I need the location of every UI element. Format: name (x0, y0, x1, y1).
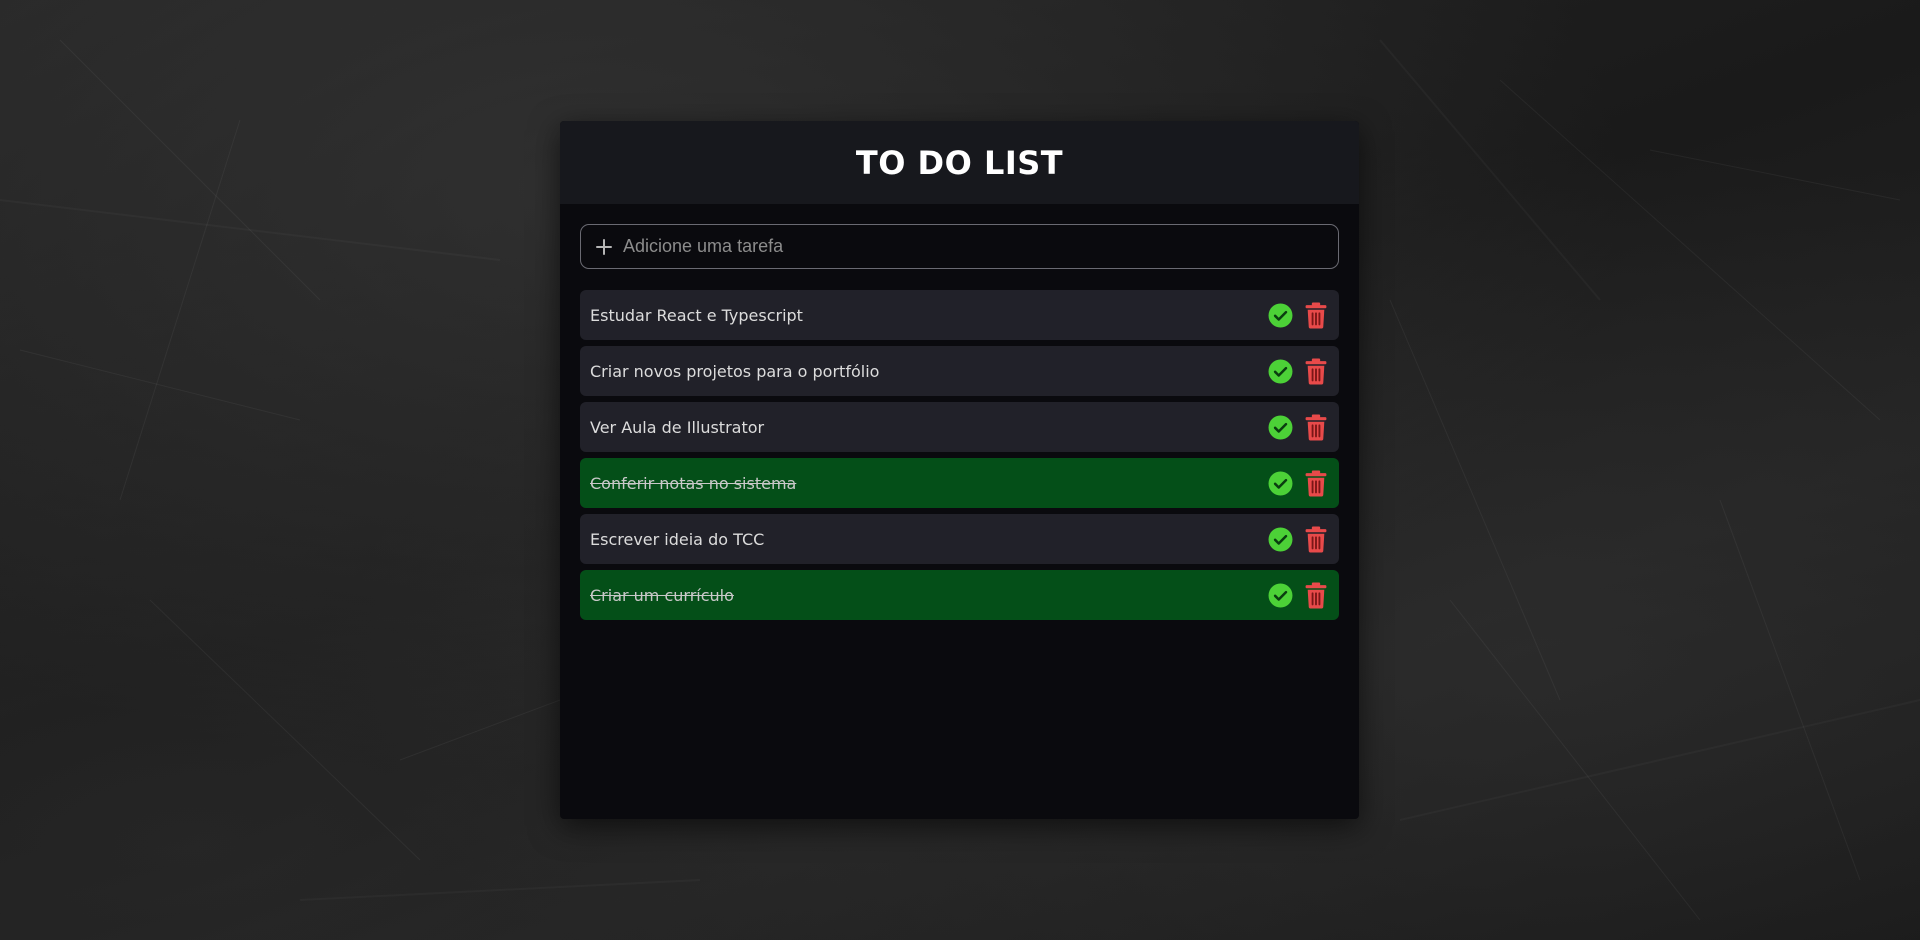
task-text: Criar novos projetos para o portfólio (590, 361, 880, 381)
add-task-input[interactable] (623, 225, 1338, 268)
delete-task-button[interactable] (1303, 582, 1329, 608)
task-item: Escrever ideia do TCC (580, 514, 1339, 564)
trash-icon (1305, 470, 1327, 496)
check-circle-icon (1268, 303, 1292, 327)
trash-icon (1305, 526, 1327, 552)
delete-task-button[interactable] (1303, 414, 1329, 440)
task-text: Criar um currículo (590, 585, 734, 605)
delete-task-button[interactable] (1303, 302, 1329, 328)
check-circle-icon (1268, 471, 1292, 495)
task-item: Conferir notas no sistema (580, 458, 1339, 508)
complete-task-button[interactable] (1267, 526, 1293, 552)
complete-task-button[interactable] (1267, 302, 1293, 328)
task-actions (1267, 526, 1329, 552)
todo-panel: TO DO LIST Estudar React e Typescript (560, 121, 1359, 819)
task-actions (1267, 302, 1329, 328)
panel-body: Estudar React e Typescript (560, 204, 1359, 620)
delete-task-button[interactable] (1303, 470, 1329, 496)
task-text: Estudar React e Typescript (590, 305, 803, 325)
task-item: Ver Aula de Illustrator (580, 402, 1339, 452)
complete-task-button[interactable] (1267, 470, 1293, 496)
task-text: Escrever ideia do TCC (590, 529, 765, 549)
trash-icon (1305, 582, 1327, 608)
task-actions (1267, 414, 1329, 440)
check-circle-icon (1268, 415, 1292, 439)
plus-icon (596, 238, 612, 255)
task-actions (1267, 470, 1329, 496)
trash-icon (1305, 414, 1327, 440)
add-task-field[interactable] (580, 224, 1339, 269)
delete-task-button[interactable] (1303, 358, 1329, 384)
task-text: Conferir notas no sistema (590, 473, 797, 493)
task-actions (1267, 582, 1329, 608)
complete-task-button[interactable] (1267, 414, 1293, 440)
check-circle-icon (1268, 583, 1292, 607)
task-item: Estudar React e Typescript (580, 290, 1339, 340)
task-item: Criar um currículo (580, 570, 1339, 620)
trash-icon (1305, 302, 1327, 328)
task-actions (1267, 358, 1329, 384)
complete-task-button[interactable] (1267, 358, 1293, 384)
page-title: TO DO LIST (855, 143, 1064, 182)
check-circle-icon (1268, 527, 1292, 551)
task-item: Criar novos projetos para o portfólio (580, 346, 1339, 396)
complete-task-button[interactable] (1267, 582, 1293, 608)
trash-icon (1305, 358, 1327, 384)
panel-header: TO DO LIST (560, 121, 1359, 204)
delete-task-button[interactable] (1303, 526, 1329, 552)
task-list: Estudar React e Typescript Criar novos p… (580, 290, 1339, 620)
task-text: Ver Aula de Illustrator (590, 417, 765, 437)
check-circle-icon (1268, 359, 1292, 383)
